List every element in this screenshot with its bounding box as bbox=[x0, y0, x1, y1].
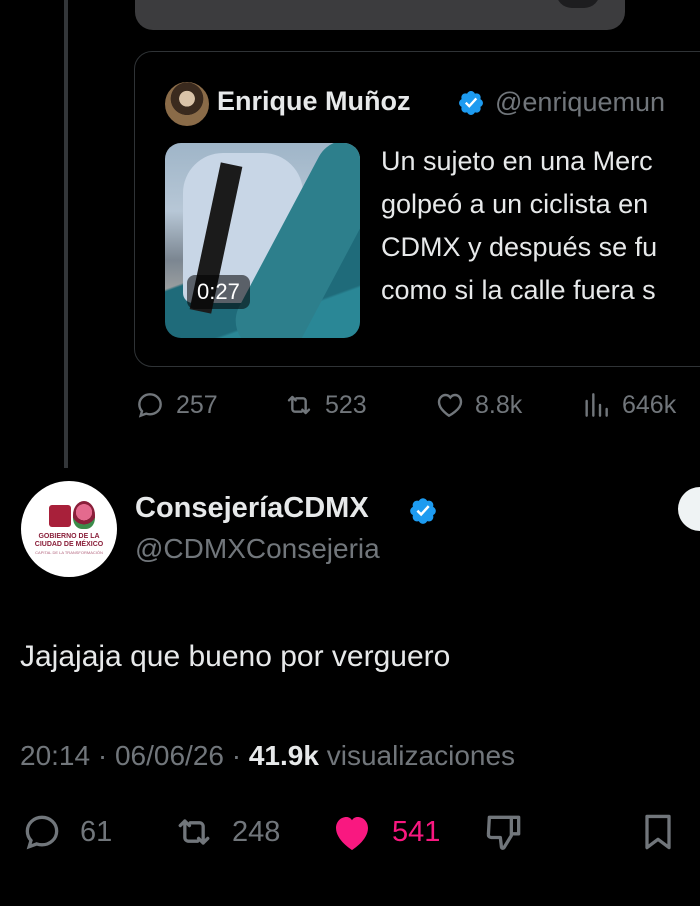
verified-badge-icon bbox=[410, 498, 436, 524]
logo-emblem bbox=[49, 505, 71, 527]
tweet-date[interactable]: 06/06/26 bbox=[115, 740, 224, 771]
quoted-reply-count: 257 bbox=[176, 390, 218, 419]
dislike-icon bbox=[486, 815, 521, 850]
logo-flower bbox=[73, 501, 95, 529]
tweet-text: Jajajaja que bueno por verguero bbox=[20, 640, 451, 673]
author-handle[interactable]: @CDMXConsejeria bbox=[135, 533, 380, 565]
quoted-views-button[interactable]: 646k bbox=[580, 388, 676, 422]
views-count[interactable]: 41.9k bbox=[249, 740, 319, 771]
repost-icon bbox=[178, 819, 210, 845]
reply-icon bbox=[138, 393, 162, 418]
logo-text-line2: CIUDAD DE MÉXICO bbox=[34, 541, 104, 548]
quoted-repost-button[interactable]: 523 bbox=[283, 388, 367, 422]
follow-button[interactable] bbox=[678, 487, 700, 531]
quoted-author-name[interactable]: Enrique Muñoz bbox=[217, 86, 410, 117]
verified-badge-icon bbox=[459, 91, 483, 115]
tweet-detail-view: Enrique Muñoz @enriquemun 0:27 Un sujeto… bbox=[0, 0, 700, 906]
thread-line bbox=[64, 0, 68, 468]
like-icon bbox=[336, 817, 368, 850]
logo-text-line3: CAPITAL DE LA TRANSFORMACIÓN bbox=[35, 550, 103, 555]
tweet-time[interactable]: 20:14 bbox=[20, 740, 90, 771]
like-button[interactable]: 541 bbox=[328, 810, 440, 854]
quoted-repost-count: 523 bbox=[325, 390, 367, 419]
like-count: 541 bbox=[392, 815, 441, 848]
reply-count: 61 bbox=[80, 815, 113, 848]
quoted-reply-button[interactable]: 257 bbox=[134, 388, 218, 422]
author-avatar[interactable]: GOBIERNO DE LA CIUDAD DE MÉXICO CAPITAL … bbox=[21, 481, 117, 577]
bookmark-button[interactable] bbox=[636, 810, 696, 854]
views-icon bbox=[585, 393, 608, 417]
quoted-views-count: 646k bbox=[622, 390, 677, 419]
reply-button[interactable]: 61 bbox=[20, 810, 112, 854]
quoted-like-count: 8.8k bbox=[475, 390, 523, 419]
video-duration-badge: 0:27 bbox=[187, 275, 250, 309]
bookmark-icon bbox=[645, 814, 671, 850]
meta-separator: · bbox=[231, 740, 249, 771]
author-name[interactable]: ConsejeríaCDMX bbox=[135, 492, 369, 525]
repost-icon bbox=[287, 395, 311, 415]
dislike-button[interactable] bbox=[482, 810, 542, 854]
quoted-author-avatar[interactable] bbox=[163, 80, 211, 128]
logo-text-line1: GOBIERNO DE LA bbox=[38, 533, 100, 540]
quoted-like-button[interactable]: 8.8k bbox=[433, 388, 522, 422]
previous-media[interactable] bbox=[135, 0, 625, 30]
quoted-author-handle[interactable]: @enriquemun bbox=[495, 87, 665, 118]
video-thumbnail[interactable]: 0:27 bbox=[165, 143, 360, 338]
like-icon bbox=[437, 393, 463, 418]
views-label[interactable]: visualizaciones bbox=[327, 740, 515, 771]
quoted-tweet-text: Un sujeto en una Merc golpeó a un ciclis… bbox=[381, 146, 658, 305]
tweet-meta: 20:14 · 06/06/26 · 41.9k visualizaciones bbox=[20, 740, 515, 772]
meta-separator: · bbox=[97, 740, 115, 771]
reply-icon bbox=[25, 815, 59, 850]
quoted-tweet-card[interactable]: Enrique Muñoz @enriquemun 0:27 Un sujeto… bbox=[134, 51, 700, 367]
repost-count: 248 bbox=[232, 815, 281, 848]
repost-button[interactable]: 248 bbox=[172, 810, 280, 854]
